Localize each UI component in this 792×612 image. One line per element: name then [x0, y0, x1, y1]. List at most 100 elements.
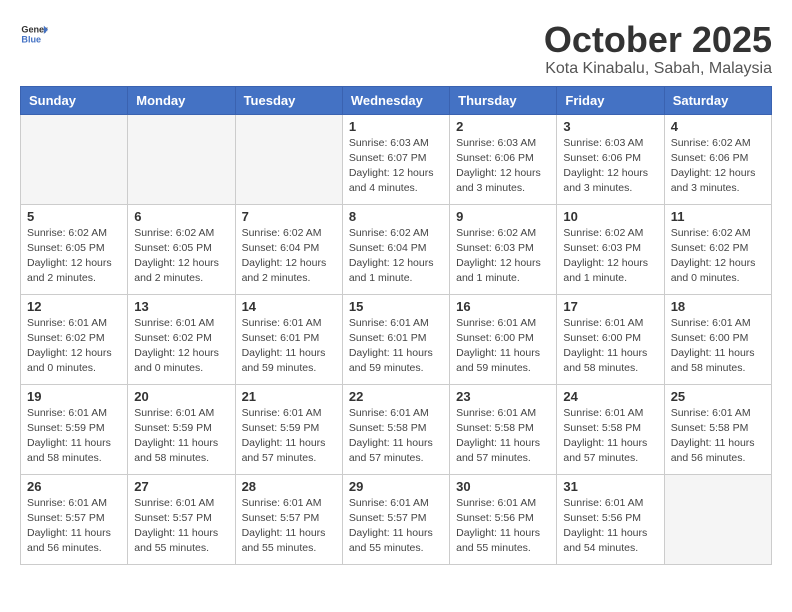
calendar-cell: 22 Sunrise: 6:01 AM Sunset: 5:58 PM Dayli…	[342, 384, 449, 474]
logo: General Blue	[20, 20, 48, 48]
day-number: 16	[456, 299, 550, 314]
calendar-cell: 23 Sunrise: 6:01 AM Sunset: 5:58 PM Dayli…	[450, 384, 557, 474]
day-info: Sunrise: 6:02 AM Sunset: 6:06 PM Dayligh…	[671, 136, 765, 197]
day-info: Sunrise: 6:01 AM Sunset: 6:00 PM Dayligh…	[456, 316, 550, 377]
day-info: Sunrise: 6:02 AM Sunset: 6:05 PM Dayligh…	[134, 226, 228, 287]
day-info: Sunrise: 6:01 AM Sunset: 5:58 PM Dayligh…	[349, 406, 443, 467]
calendar-cell: 26 Sunrise: 6:01 AM Sunset: 5:57 PM Dayli…	[21, 474, 128, 564]
day-number: 22	[349, 389, 443, 404]
weekday-header: Friday	[557, 86, 664, 114]
calendar-cell: 27 Sunrise: 6:01 AM Sunset: 5:57 PM Dayli…	[128, 474, 235, 564]
weekday-header: Tuesday	[235, 86, 342, 114]
day-info: Sunrise: 6:01 AM Sunset: 6:02 PM Dayligh…	[27, 316, 121, 377]
day-info: Sunrise: 6:02 AM Sunset: 6:03 PM Dayligh…	[563, 226, 657, 287]
day-number: 2	[456, 119, 550, 134]
day-info: Sunrise: 6:03 AM Sunset: 6:07 PM Dayligh…	[349, 136, 443, 197]
page-header: General Blue October 2025 Kota Kinabalu,…	[20, 20, 772, 78]
day-number: 25	[671, 389, 765, 404]
calendar-cell: 18Sunrise: 6:01 AM Sunset: 6:00 PM Dayli…	[664, 294, 771, 384]
calendar-cell: 3Sunrise: 6:03 AM Sunset: 6:06 PM Daylig…	[557, 114, 664, 204]
calendar-cell: 7 Sunrise: 6:02 AM Sunset: 6:04 PM Daylig…	[235, 204, 342, 294]
day-number: 7	[242, 209, 336, 224]
day-number: 17	[563, 299, 657, 314]
day-number: 12	[27, 299, 121, 314]
day-number: 4	[671, 119, 765, 134]
day-number: 13	[134, 299, 228, 314]
day-info: Sunrise: 6:02 AM Sunset: 6:03 PM Dayligh…	[456, 226, 550, 287]
day-info: Sunrise: 6:01 AM Sunset: 5:57 PM Dayligh…	[27, 496, 121, 557]
day-info: Sunrise: 6:01 AM Sunset: 5:58 PM Dayligh…	[456, 406, 550, 467]
day-number: 14	[242, 299, 336, 314]
calendar-cell: 14 Sunrise: 6:01 AM Sunset: 6:01 PM Dayli…	[235, 294, 342, 384]
logo-icon: General Blue	[20, 20, 48, 48]
day-info: Sunrise: 6:01 AM Sunset: 5:56 PM Dayligh…	[563, 496, 657, 557]
week-row: 26 Sunrise: 6:01 AM Sunset: 5:57 PM Dayli…	[21, 474, 772, 564]
calendar-cell: 4 Sunrise: 6:02 AM Sunset: 6:06 PM Daylig…	[664, 114, 771, 204]
day-info: Sunrise: 6:03 AM Sunset: 6:06 PM Dayligh…	[456, 136, 550, 197]
day-number: 3	[563, 119, 657, 134]
day-info: Sunrise: 6:02 AM Sunset: 6:02 PM Dayligh…	[671, 226, 765, 287]
day-number: 9	[456, 209, 550, 224]
calendar-cell: 28Sunrise: 6:01 AM Sunset: 5:57 PM Dayli…	[235, 474, 342, 564]
week-row: 19 Sunrise: 6:01 AM Sunset: 5:59 PM Dayli…	[21, 384, 772, 474]
day-info: Sunrise: 6:01 AM Sunset: 6:02 PM Dayligh…	[134, 316, 228, 377]
day-info: Sunrise: 6:02 AM Sunset: 6:04 PM Dayligh…	[242, 226, 336, 287]
day-number: 11	[671, 209, 765, 224]
calendar-cell: 13 Sunrise: 6:01 AM Sunset: 6:02 PM Dayli…	[128, 294, 235, 384]
day-number: 1	[349, 119, 443, 134]
day-info: Sunrise: 6:01 AM Sunset: 5:59 PM Dayligh…	[134, 406, 228, 467]
calendar-cell: 12 Sunrise: 6:01 AM Sunset: 6:02 PM Dayli…	[21, 294, 128, 384]
day-number: 20	[134, 389, 228, 404]
day-info: Sunrise: 6:01 AM Sunset: 5:56 PM Dayligh…	[456, 496, 550, 557]
title-area: October 2025 Kota Kinabalu, Sabah, Malay…	[544, 20, 772, 78]
day-info: Sunrise: 6:01 AM Sunset: 6:01 PM Dayligh…	[242, 316, 336, 377]
day-number: 29	[349, 479, 443, 494]
day-info: Sunrise: 6:01 AM Sunset: 6:00 PM Dayligh…	[563, 316, 657, 377]
calendar-table: SundayMondayTuesdayWednesdayThursdayFrid…	[20, 86, 772, 565]
calendar-cell: 16 Sunrise: 6:01 AM Sunset: 6:00 PM Dayli…	[450, 294, 557, 384]
month-title: October 2025	[544, 20, 772, 60]
day-info: Sunrise: 6:01 AM Sunset: 5:57 PM Dayligh…	[134, 496, 228, 557]
calendar-cell	[664, 474, 771, 564]
day-number: 27	[134, 479, 228, 494]
day-info: Sunrise: 6:01 AM Sunset: 5:57 PM Dayligh…	[349, 496, 443, 557]
weekday-header: Saturday	[664, 86, 771, 114]
day-info: Sunrise: 6:02 AM Sunset: 6:05 PM Dayligh…	[27, 226, 121, 287]
calendar-cell: 20 Sunrise: 6:01 AM Sunset: 5:59 PM Dayli…	[128, 384, 235, 474]
calendar-cell: 25 Sunrise: 6:01 AM Sunset: 5:58 PM Dayli…	[664, 384, 771, 474]
day-number: 5	[27, 209, 121, 224]
calendar-cell: 10 Sunrise: 6:02 AM Sunset: 6:03 PM Dayli…	[557, 204, 664, 294]
day-number: 23	[456, 389, 550, 404]
week-row: 1 Sunrise: 6:03 AM Sunset: 6:07 PM Daylig…	[21, 114, 772, 204]
day-number: 8	[349, 209, 443, 224]
weekday-header: Monday	[128, 86, 235, 114]
calendar-cell: 1 Sunrise: 6:03 AM Sunset: 6:07 PM Daylig…	[342, 114, 449, 204]
week-row: 5 Sunrise: 6:02 AM Sunset: 6:05 PM Daylig…	[21, 204, 772, 294]
calendar-cell	[128, 114, 235, 204]
calendar-cell: 30 Sunrise: 6:01 AM Sunset: 5:56 PM Dayli…	[450, 474, 557, 564]
calendar-cell: 15 Sunrise: 6:01 AM Sunset: 6:01 PM Dayli…	[342, 294, 449, 384]
calendar-cell: 6 Sunrise: 6:02 AM Sunset: 6:05 PM Daylig…	[128, 204, 235, 294]
calendar-cell: 8Sunrise: 6:02 AM Sunset: 6:04 PM Daylig…	[342, 204, 449, 294]
week-row: 12 Sunrise: 6:01 AM Sunset: 6:02 PM Dayli…	[21, 294, 772, 384]
day-number: 26	[27, 479, 121, 494]
day-number: 31	[563, 479, 657, 494]
location-subtitle: Kota Kinabalu, Sabah, Malaysia	[544, 60, 772, 78]
day-number: 21	[242, 389, 336, 404]
calendar-cell: 19 Sunrise: 6:01 AM Sunset: 5:59 PM Dayli…	[21, 384, 128, 474]
calendar-cell: 9 Sunrise: 6:02 AM Sunset: 6:03 PM Daylig…	[450, 204, 557, 294]
day-info: Sunrise: 6:01 AM Sunset: 6:01 PM Dayligh…	[349, 316, 443, 377]
day-number: 30	[456, 479, 550, 494]
calendar-cell: 31 Sunrise: 6:01 AM Sunset: 5:56 PM Dayli…	[557, 474, 664, 564]
day-info: Sunrise: 6:01 AM Sunset: 5:58 PM Dayligh…	[671, 406, 765, 467]
day-number: 6	[134, 209, 228, 224]
day-info: Sunrise: 6:01 AM Sunset: 5:58 PM Dayligh…	[563, 406, 657, 467]
day-info: Sunrise: 6:01 AM Sunset: 5:59 PM Dayligh…	[242, 406, 336, 467]
day-info: Sunrise: 6:01 AM Sunset: 5:59 PM Dayligh…	[27, 406, 121, 467]
day-info: Sunrise: 6:01 AM Sunset: 5:57 PM Dayligh…	[242, 496, 336, 557]
calendar-cell	[21, 114, 128, 204]
day-number: 19	[27, 389, 121, 404]
day-number: 10	[563, 209, 657, 224]
day-number: 15	[349, 299, 443, 314]
weekday-header: Sunday	[21, 86, 128, 114]
